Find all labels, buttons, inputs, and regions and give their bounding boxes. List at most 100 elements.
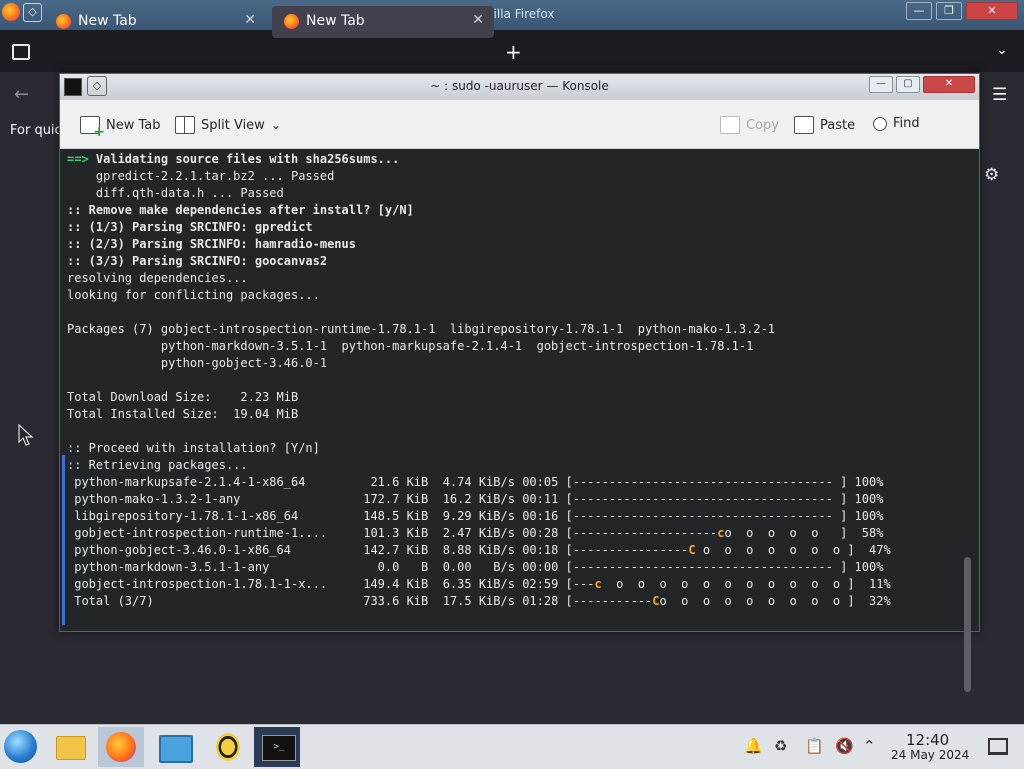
- terminal-scrollbar[interactable]: [964, 557, 971, 692]
- download-time: 00:11: [522, 492, 559, 506]
- start-menu-button[interactable]: [4, 730, 37, 763]
- notifications-icon[interactable]: 🔔: [744, 737, 763, 755]
- folder-icon: [56, 736, 86, 760]
- tab-manager-icon[interactable]: [12, 44, 30, 60]
- download-size: 733.6 KiB: [334, 594, 429, 608]
- konsole-minimize-button[interactable]: —: [869, 76, 893, 93]
- download-percent: 32%: [861, 594, 891, 608]
- terminal-text: ==> Validating source files with sha256s…: [67, 152, 891, 608]
- progress-bar-remaining: o o o o o o o: [695, 543, 848, 557]
- download-percent: 47%: [861, 543, 891, 557]
- progress-bar-done: --------------------: [572, 526, 718, 540]
- new-tab-icon: [80, 116, 105, 140]
- clock-time[interactable]: 12:40: [906, 731, 949, 749]
- clipboard-icon[interactable]: 📋: [805, 737, 824, 755]
- taskbar: >_ 🔔 ♻ 📋 🔇 ⌃: [0, 724, 1024, 769]
- tab-label: New Tab: [78, 13, 137, 29]
- download-size: 142.7 KiB: [334, 543, 429, 557]
- progress-bar-remaining: o o o o o o o o o o o: [601, 577, 848, 591]
- progress-bar-done: ---: [572, 577, 595, 591]
- download-name: python-gobject-3.46.0-1-x86_64: [74, 543, 335, 557]
- taskbar-konsole-button[interactable]: >_: [254, 727, 300, 767]
- clock-date[interactable]: 24 May 2024: [891, 748, 969, 762]
- download-time: 00:18: [522, 543, 559, 557]
- terminal-line: :: Retrieving packages...: [67, 458, 248, 472]
- terminal-line: :: (1/3) Parsing SRCINFO: gpredict: [67, 220, 313, 234]
- download-time: 00:00: [522, 560, 559, 574]
- chevron-up-icon[interactable]: ⌃: [863, 737, 876, 755]
- taskbar-files-button[interactable]: [46, 727, 92, 767]
- back-arrow-icon[interactable]: ←: [14, 84, 29, 105]
- download-speed: 4.74 KiB/s: [428, 475, 515, 489]
- chevron-down-icon[interactable]: ⌄: [996, 42, 1008, 58]
- pacman-progress-icon: c: [594, 577, 602, 591]
- download-speed: 8.88 KiB/s: [428, 543, 515, 557]
- download-time: 00:28: [522, 526, 559, 540]
- tab-label: New Tab: [306, 13, 365, 29]
- new-tab-button[interactable]: New Tab: [80, 116, 161, 140]
- copy-button[interactable]: Copy: [720, 116, 779, 134]
- find-button[interactable]: Find: [873, 116, 920, 131]
- volume-muted-icon[interactable]: 🔇: [835, 737, 854, 755]
- konsole-hamburger-menu-icon[interactable]: [942, 117, 960, 138]
- search-icon: [873, 116, 887, 131]
- konsole-window[interactable]: ◇ ~ : sudo -uauruser — Konsole — ▢ ✕ New…: [59, 73, 980, 692]
- progress-bar-done: ------------------------------------: [572, 509, 833, 523]
- show-desktop-icon[interactable]: [988, 738, 1008, 755]
- firefox-close-button[interactable]: ✕: [966, 2, 1018, 20]
- download-time: 01:28: [522, 594, 559, 608]
- terminal-line: python-markdown-3.5.1-1 python-markupsaf…: [67, 339, 754, 353]
- terminal-line: diff.qth-data.h ... Passed: [67, 186, 284, 200]
- close-tab-icon[interactable]: ✕: [472, 12, 484, 28]
- download-size: 21.6 KiB: [334, 475, 429, 489]
- terminal-output[interactable]: ==> Validating source files with sha256s…: [60, 149, 979, 692]
- download-name: python-markupsafe-2.1.4-1-x86_64: [74, 475, 335, 489]
- hamburger-menu-icon[interactable]: ☰: [992, 85, 1007, 105]
- download-speed: 17.5 KiB/s: [428, 594, 515, 608]
- split-view-label: Split View: [201, 117, 265, 133]
- terminal-line: :: Remove make dependencies after instal…: [67, 203, 414, 217]
- terminal-line: resolving dependencies...: [67, 271, 248, 285]
- chevron-down-icon[interactable]: ⌄: [271, 118, 281, 132]
- download-speed: 16.2 KiB/s: [428, 492, 515, 506]
- progress-bar-remaining: o o o o o o o o o: [659, 594, 848, 608]
- taskbar-firefox-button[interactable]: [98, 727, 144, 767]
- progress-bar-done: ------------------------------------: [572, 475, 833, 489]
- bookmarks-hint-text: For quic: [10, 123, 62, 138]
- download-name: python-mako-1.3.2-1-any: [74, 492, 335, 506]
- split-view-button[interactable]: Split View ⌄: [175, 116, 281, 134]
- download-name: gobject-introspection-runtime-1....: [74, 526, 335, 540]
- paste-button[interactable]: Paste: [794, 116, 855, 134]
- download-speed: 0.00 B/s: [428, 560, 515, 574]
- konsole-titlebar[interactable]: ◇ ~ : sudo -uauruser — Konsole — ▢ ✕: [60, 74, 979, 100]
- konsole-close-button[interactable]: ✕: [923, 76, 975, 93]
- download-time: 00:16: [522, 509, 559, 523]
- terminal-line: :: (3/3) Parsing SRCINFO: goocanvas2: [67, 254, 328, 268]
- pacman-progress-icon: c: [717, 526, 725, 540]
- split-view-icon: [175, 116, 195, 134]
- download-percent: 100%: [854, 560, 884, 574]
- terminal-line: looking for conflicting packages...: [67, 288, 320, 302]
- tab-new-tab-1[interactable]: New Tab ✕: [44, 6, 266, 38]
- konsole-icon: >_: [262, 735, 296, 761]
- tab-new-tab-2[interactable]: New Tab ✕: [272, 6, 494, 38]
- paste-icon: [794, 116, 814, 134]
- updates-icon[interactable]: ♻: [774, 737, 787, 755]
- paste-label: Paste: [820, 117, 856, 133]
- new-tab-button[interactable]: +: [505, 40, 522, 64]
- pacman-progress-icon: C: [688, 543, 696, 557]
- close-tab-icon[interactable]: ✕: [244, 12, 256, 28]
- firefox-minimize-button[interactable]: —: [906, 2, 932, 20]
- download-speed: 6.35 KiB/s: [428, 577, 515, 591]
- konsole-toolbar: New Tab Split View ⌄ Copy Paste Find: [60, 100, 979, 149]
- gear-icon[interactable]: ⚙: [984, 165, 999, 185]
- taskbar-system-settings-button[interactable]: [150, 727, 196, 767]
- konsole-maximize-button[interactable]: ▢: [896, 76, 920, 93]
- taskbar-app-button[interactable]: [204, 727, 250, 767]
- terminal-line: :: Proceed with installation? [Y/n]: [67, 441, 320, 455]
- firefox-maximize-button[interactable]: ❐: [936, 2, 962, 20]
- progress-bar-done: -----------: [572, 594, 653, 608]
- terminal-focus-indicator: [62, 455, 65, 625]
- download-percent: 100%: [854, 509, 884, 523]
- download-speed: 2.47 KiB/s: [428, 526, 515, 540]
